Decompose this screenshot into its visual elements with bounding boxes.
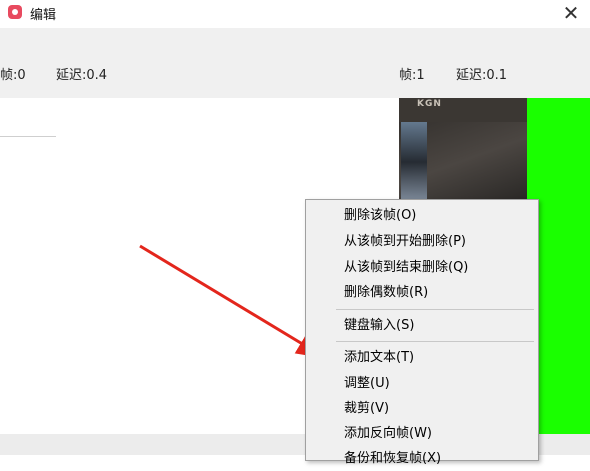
frame-0-preview[interactable]	[0, 102, 56, 137]
frame-1-label: 帧:1	[399, 68, 425, 83]
menu-add-text[interactable]: 添加文本(T)	[306, 346, 538, 370]
menu-separator	[336, 341, 534, 342]
menu-delete-to-end[interactable]: 从该帧到结束删除(Q)	[306, 256, 538, 280]
menu-keyboard-input[interactable]: 键盘输入(S)	[306, 314, 538, 338]
window-title: 编辑	[30, 8, 57, 23]
menu-adjust[interactable]: 调整(U)	[306, 372, 538, 396]
menu-delete-even-frames[interactable]: 删除偶数帧(R)	[306, 281, 538, 305]
context-menu: 删除该帧(O) 从该帧到开始删除(P) 从该帧到结束删除(Q) 删除偶数帧(R)…	[305, 199, 539, 466]
frame-image-text: KGN	[417, 99, 442, 109]
app-logo-icon	[8, 5, 22, 19]
menu-crop[interactable]: 裁剪(V)	[306, 397, 538, 421]
close-icon: ✕	[562, 1, 580, 25]
frame-0-delay: 延迟:0.4	[56, 68, 108, 83]
menu-backup-restore-frames[interactable]: 备份和恢复帧(X)	[306, 447, 538, 471]
menu-delete-frame[interactable]: 删除该帧(O)	[306, 204, 538, 228]
close-button[interactable]: ✕	[558, 0, 584, 26]
title-bar: 编辑 ✕	[0, 0, 590, 28]
menu-separator	[336, 309, 534, 310]
frame-info-bar: 帧:0 延迟:0.4 帧:1 延迟:0.1	[0, 28, 590, 98]
menu-add-reverse-frames[interactable]: 添加反向帧(W)	[306, 422, 538, 446]
frame-0-label: 帧:0	[0, 68, 26, 83]
menu-delete-to-start[interactable]: 从该帧到开始删除(P)	[306, 230, 538, 254]
frame-1-delay: 延迟:0.1	[456, 68, 508, 83]
